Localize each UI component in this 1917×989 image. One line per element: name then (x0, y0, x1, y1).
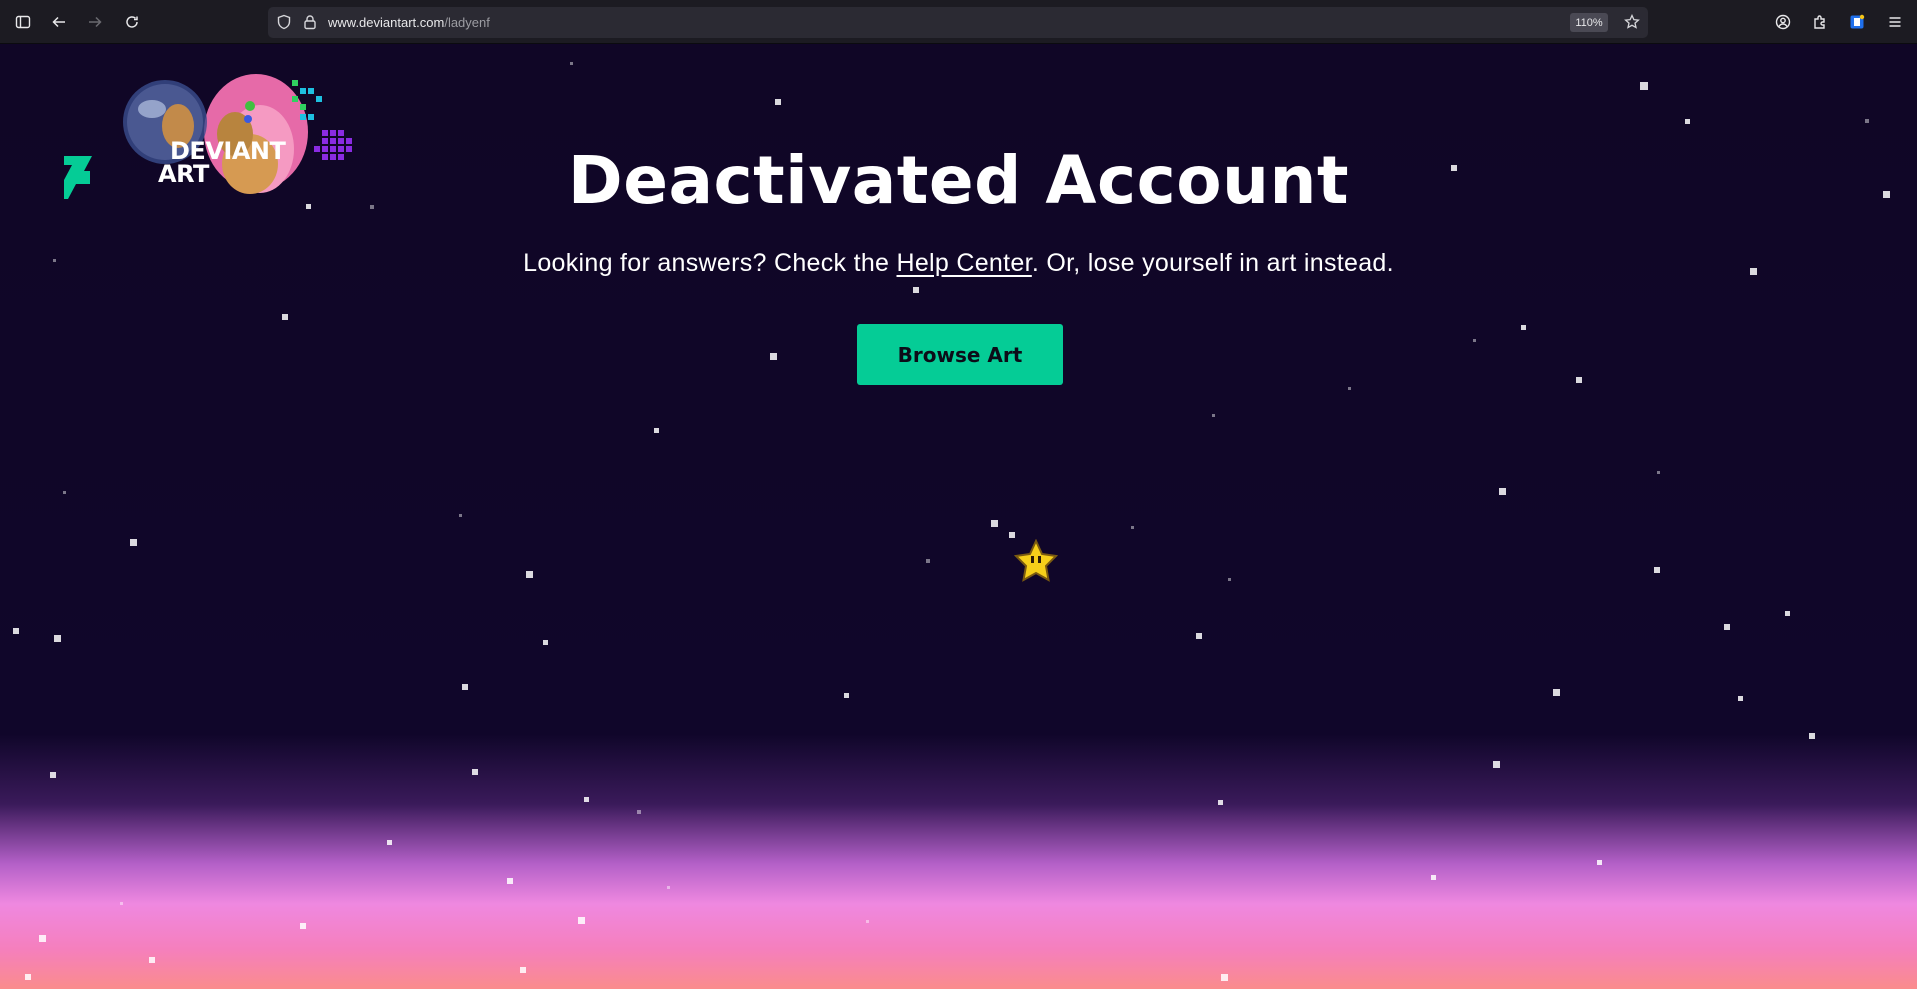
star-particle (866, 920, 869, 923)
star-particle (472, 769, 478, 775)
star-particle (1009, 532, 1015, 538)
star-particle (1553, 689, 1560, 696)
star-particle (1212, 414, 1215, 417)
star-particle (63, 491, 66, 494)
star-particle (149, 957, 155, 963)
menu-icon[interactable] (1884, 11, 1906, 33)
star-particle (844, 693, 849, 698)
bookmark-star-icon[interactable] (1624, 13, 1641, 31)
extension-icon[interactable] (1846, 11, 1868, 33)
forward-arrow-icon[interactable] (84, 11, 106, 33)
star-particle (282, 314, 288, 320)
star-particle (39, 935, 46, 942)
star-particle (926, 559, 930, 563)
lock-icon[interactable] (302, 14, 319, 31)
page-subtitle: Looking for answers? Check the Help Cent… (0, 249, 1917, 278)
star-particle (570, 62, 573, 65)
address-bar[interactable]: www.deviantart.com/ladyenf 110% (268, 7, 1648, 38)
star-particle (1576, 377, 1582, 383)
star-particle (526, 571, 533, 578)
star-particle (770, 353, 777, 360)
shield-icon[interactable] (276, 14, 293, 31)
star-particle (54, 635, 61, 642)
star-particle (1597, 860, 1602, 865)
star-particle (1738, 696, 1743, 701)
page-title: Deactivated Account (567, 142, 1350, 219)
star-particle (1473, 339, 1476, 342)
star-particle (462, 684, 468, 690)
star-particle (654, 428, 659, 433)
star-particle (50, 772, 56, 778)
star-particle (387, 840, 392, 845)
star-particle (1657, 471, 1660, 474)
star-particle (1499, 488, 1506, 495)
star-particle (13, 628, 19, 634)
star-particle (1348, 387, 1351, 390)
reload-icon[interactable] (121, 11, 143, 33)
star-particle (1493, 761, 1500, 768)
back-arrow-icon[interactable] (48, 11, 70, 33)
star-particle (1196, 633, 1202, 639)
star-particle (1218, 800, 1223, 805)
star-particle (775, 99, 781, 105)
star-particle (520, 967, 526, 973)
subtitle-prefix: Looking for answers? Check the (523, 249, 897, 277)
star-particle (1654, 567, 1660, 573)
star-particle (991, 520, 998, 527)
star-particle (1131, 526, 1134, 529)
star-particle (120, 902, 123, 905)
account-icon[interactable] (1772, 11, 1794, 33)
star-particle (1785, 611, 1790, 616)
star-particle (1431, 875, 1436, 880)
zoom-level-badge[interactable]: 110% (1570, 13, 1608, 32)
star-particle (1221, 974, 1228, 981)
star-particle (25, 974, 31, 980)
star-particle (130, 539, 137, 546)
star-particle (507, 878, 513, 884)
subtitle-suffix: . Or, lose yourself in art instead. (1031, 249, 1394, 277)
star-particle (1809, 733, 1815, 739)
sidebar-icon[interactable] (12, 11, 34, 33)
star-particle (1228, 578, 1231, 581)
star-particle (543, 640, 548, 645)
star-particle (300, 923, 306, 929)
url-host: www.deviantart.com (328, 15, 445, 30)
star-particle (578, 917, 585, 924)
star-particle (584, 797, 589, 802)
star-particle (1724, 624, 1730, 630)
browser-toolbar: www.deviantart.com/ladyenf 110% (0, 0, 1917, 44)
star-particle (459, 514, 462, 517)
deactivated-account-page: DEVIANT ART Deactivated Account Looking … (0, 44, 1917, 989)
extensions-icon[interactable] (1809, 11, 1831, 33)
star-particle (667, 886, 670, 889)
star-particle (1640, 82, 1648, 90)
url-path: /ladyenf (444, 15, 490, 30)
help-center-link[interactable]: Help Center (897, 249, 1032, 277)
star-particle (913, 287, 919, 293)
browse-art-button[interactable]: Browse Art (857, 324, 1063, 385)
star-particle (637, 810, 641, 814)
star-particle (1865, 119, 1869, 123)
url-text[interactable]: www.deviantart.com/ladyenf (328, 15, 490, 30)
star-mascot-icon (1013, 539, 1059, 582)
star-particle (1685, 119, 1690, 124)
star-particle (1521, 325, 1526, 330)
